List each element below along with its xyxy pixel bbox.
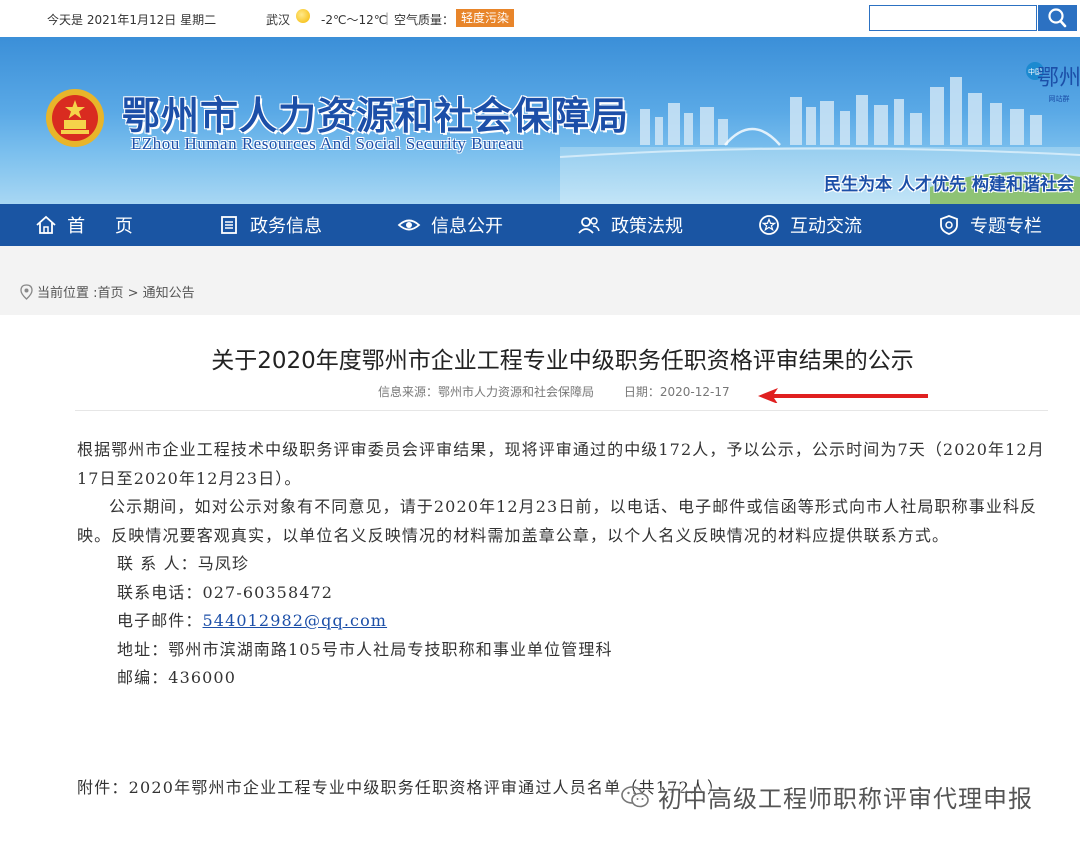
nav-label-government-info: 政务信息	[250, 216, 322, 237]
top-info-bar: 今天是 2021年1月12日 星期二 武汉 -2℃～12℃ | 空气质量： 轻度…	[0, 0, 1080, 37]
nav-item-government-info[interactable]: 政务信息	[180, 204, 360, 246]
contact-person: 联 系 人：马凤珍	[117, 554, 250, 573]
star-icon	[759, 215, 779, 235]
search-button[interactable]	[1038, 5, 1077, 31]
wechat-icon	[621, 785, 649, 807]
ezhou-site-logo[interactable]: 中国 鄂州 网站群	[1023, 57, 1080, 109]
article-date: 日期：2020-12-17	[623, 385, 730, 399]
location-pin-icon	[20, 283, 33, 300]
search-icon	[1048, 8, 1067, 28]
document-icon	[221, 216, 237, 234]
site-title-english: EZhou Human Resources And Social Securit…	[131, 134, 524, 153]
breadcrumb-text[interactable]: 当前位置 :首页 > 通知公告	[37, 282, 195, 301]
red-arrow-annotation	[758, 388, 928, 403]
nav-item-policies[interactable]: 政策法规	[540, 204, 720, 246]
site-slogan: 民生为本 人才优先 构建和谐社会	[824, 175, 1074, 195]
nav-label-special-topics: 专题专栏	[970, 216, 1042, 237]
nav-label-home: 首 页	[67, 216, 145, 237]
nav-label-policies: 政策法规	[611, 216, 683, 237]
article-source: 信息来源：鄂州市人力资源和社会保障局	[378, 385, 595, 399]
pollution-badge: 轻度污染	[456, 9, 515, 27]
contact-postcode: 邮编：436000	[117, 668, 236, 687]
weather-city: 武汉	[266, 13, 291, 27]
paragraph-1: 根据鄂州市企业工程技术中级职务评审委员会评审结果，现将评审通过的中级172人，予…	[77, 440, 1045, 488]
article-title: 关于2020年度鄂州市企业工程专业中级职务任职资格评审结果的公示	[211, 348, 914, 374]
watermark-text: 初中高级工程师职称评审代理申报	[658, 785, 1033, 813]
main-nav: 首 页 政务信息 信息公开 政策法规 互动交流 专题专栏	[0, 204, 1080, 246]
wechat-watermark: 初中高级工程师职称评审代理申报	[620, 779, 1033, 814]
ezhou-logo-icon: 中国 鄂州 网站群	[1026, 62, 1080, 103]
contact-phone: 联系电话：027-60358472	[117, 582, 334, 602]
nav-item-special-topics[interactable]: 专题专栏	[900, 204, 1080, 246]
search-input[interactable]	[869, 5, 1037, 31]
national-emblem-icon	[46, 89, 104, 147]
email-link[interactable]: 544012982@qq.com	[203, 611, 388, 630]
eye-icon	[397, 219, 421, 231]
air-quality-label: 空气质量：	[394, 13, 455, 27]
logo-text: 鄂州	[1037, 66, 1079, 91]
current-date: 今天是 2021年1月12日 星期二	[47, 13, 217, 27]
paragraph-2: 公示期间，如对公示对象有不同意见，请于2020年12月23日前，以电话、电子邮件…	[77, 497, 1038, 545]
contact-address: 地址：鄂州市滨湖南路105号市人社局专技职称和事业单位管理科	[117, 639, 613, 659]
title-divider	[75, 410, 1048, 411]
breadcrumb: 当前位置 :首页 > 通知公告	[20, 282, 195, 301]
nav-label-interaction: 互动交流	[790, 216, 862, 237]
article-body: 根据鄂州市企业工程技术中级职务评审委员会评审结果，现将评审通过的中级172人，予…	[77, 436, 1049, 693]
header-banner: 鄂州市人力资源和社会保障局 EZhou Human Resources And …	[0, 37, 1080, 204]
article-panel: 关于2020年度鄂州市企业工程专业中级职务任职资格评审结果的公示 信息来源：鄂州…	[0, 315, 1080, 843]
nav-item-interaction[interactable]: 互动交流	[720, 204, 900, 246]
contact-email-line: 电子邮件：544012982@qq.com	[77, 607, 1049, 636]
email-label: 电子邮件：	[117, 611, 203, 630]
people-icon	[578, 217, 600, 234]
separator: |	[385, 11, 390, 25]
nav-item-home[interactable]: 首 页	[0, 204, 180, 246]
site-title-chinese: 鄂州市人力资源和社会保障局	[122, 93, 630, 138]
nav-label-information-disclosure: 信息公开	[431, 216, 503, 237]
home-icon	[36, 215, 56, 234]
logo-caption: 网站群	[1049, 94, 1070, 103]
nav-item-information-disclosure[interactable]: 信息公开	[360, 204, 540, 246]
shield-icon	[940, 215, 958, 235]
weather-temperature: -2℃～12℃	[321, 13, 388, 27]
article-meta: 信息来源：鄂州市人力资源和社会保障局 日期：2020-12-17	[378, 383, 730, 400]
sun-icon	[296, 9, 310, 23]
